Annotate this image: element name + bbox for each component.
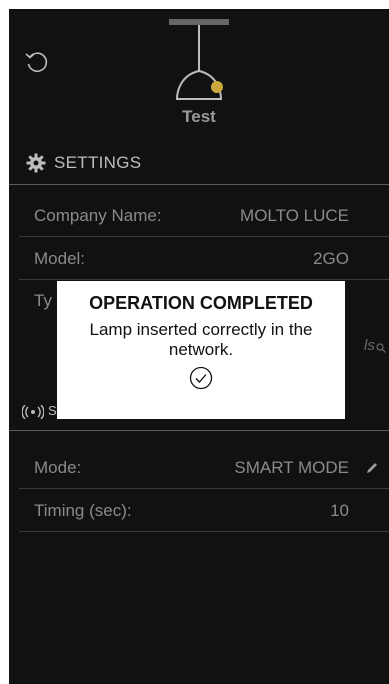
mode-row[interactable]: Mode: SMART MODE	[34, 453, 349, 483]
divider	[19, 236, 389, 237]
connection-icon	[22, 405, 44, 419]
row-label: Model:	[34, 249, 86, 268]
divider	[19, 531, 389, 532]
row-label: Mode:	[34, 458, 82, 477]
dialog-title: OPERATION COMPLETED	[89, 293, 313, 313]
divider	[9, 184, 389, 185]
row-label: Company Name:	[34, 206, 162, 225]
settings-row-company: Company Name: MOLTO LUCE	[34, 201, 349, 231]
settings-row-model: Model: 2GO	[34, 244, 349, 274]
divider	[19, 488, 389, 489]
settings-section-header: SETTINGS	[9, 148, 389, 178]
back-arrow-icon[interactable]	[24, 49, 48, 73]
divider	[19, 279, 389, 280]
settings-title: SETTINGS	[54, 153, 142, 172]
pendant-lamp-icon	[169, 19, 229, 100]
row-value: MOLTO LUCE	[240, 206, 349, 225]
connection-section-title: S	[48, 403, 57, 418]
checkmark-circle-icon[interactable]	[189, 366, 213, 390]
lamp-name: Test	[182, 107, 216, 126]
divider	[9, 430, 389, 431]
dialog-message: Lamp inserted correctly in the network.	[89, 320, 313, 359]
operation-completed-dialog: OPERATION COMPLETED Lamp inserted correc…	[57, 281, 345, 419]
gear-icon	[26, 153, 46, 173]
row-value: 10	[330, 501, 349, 520]
app-screen: Test SETTINGS Company Name: MOLTO LUCE M…	[9, 9, 389, 684]
edit-pencil-icon[interactable]	[365, 461, 379, 475]
search-lamps-link[interactable]: ls	[364, 337, 375, 354]
row-label: Timing (sec):	[34, 501, 132, 520]
timing-row: Timing (sec): 10	[34, 496, 349, 526]
row-value: SMART MODE	[234, 458, 349, 477]
search-icon[interactable]	[376, 343, 386, 353]
row-value: 2GO	[313, 249, 349, 268]
row-label: Ty	[34, 291, 52, 310]
